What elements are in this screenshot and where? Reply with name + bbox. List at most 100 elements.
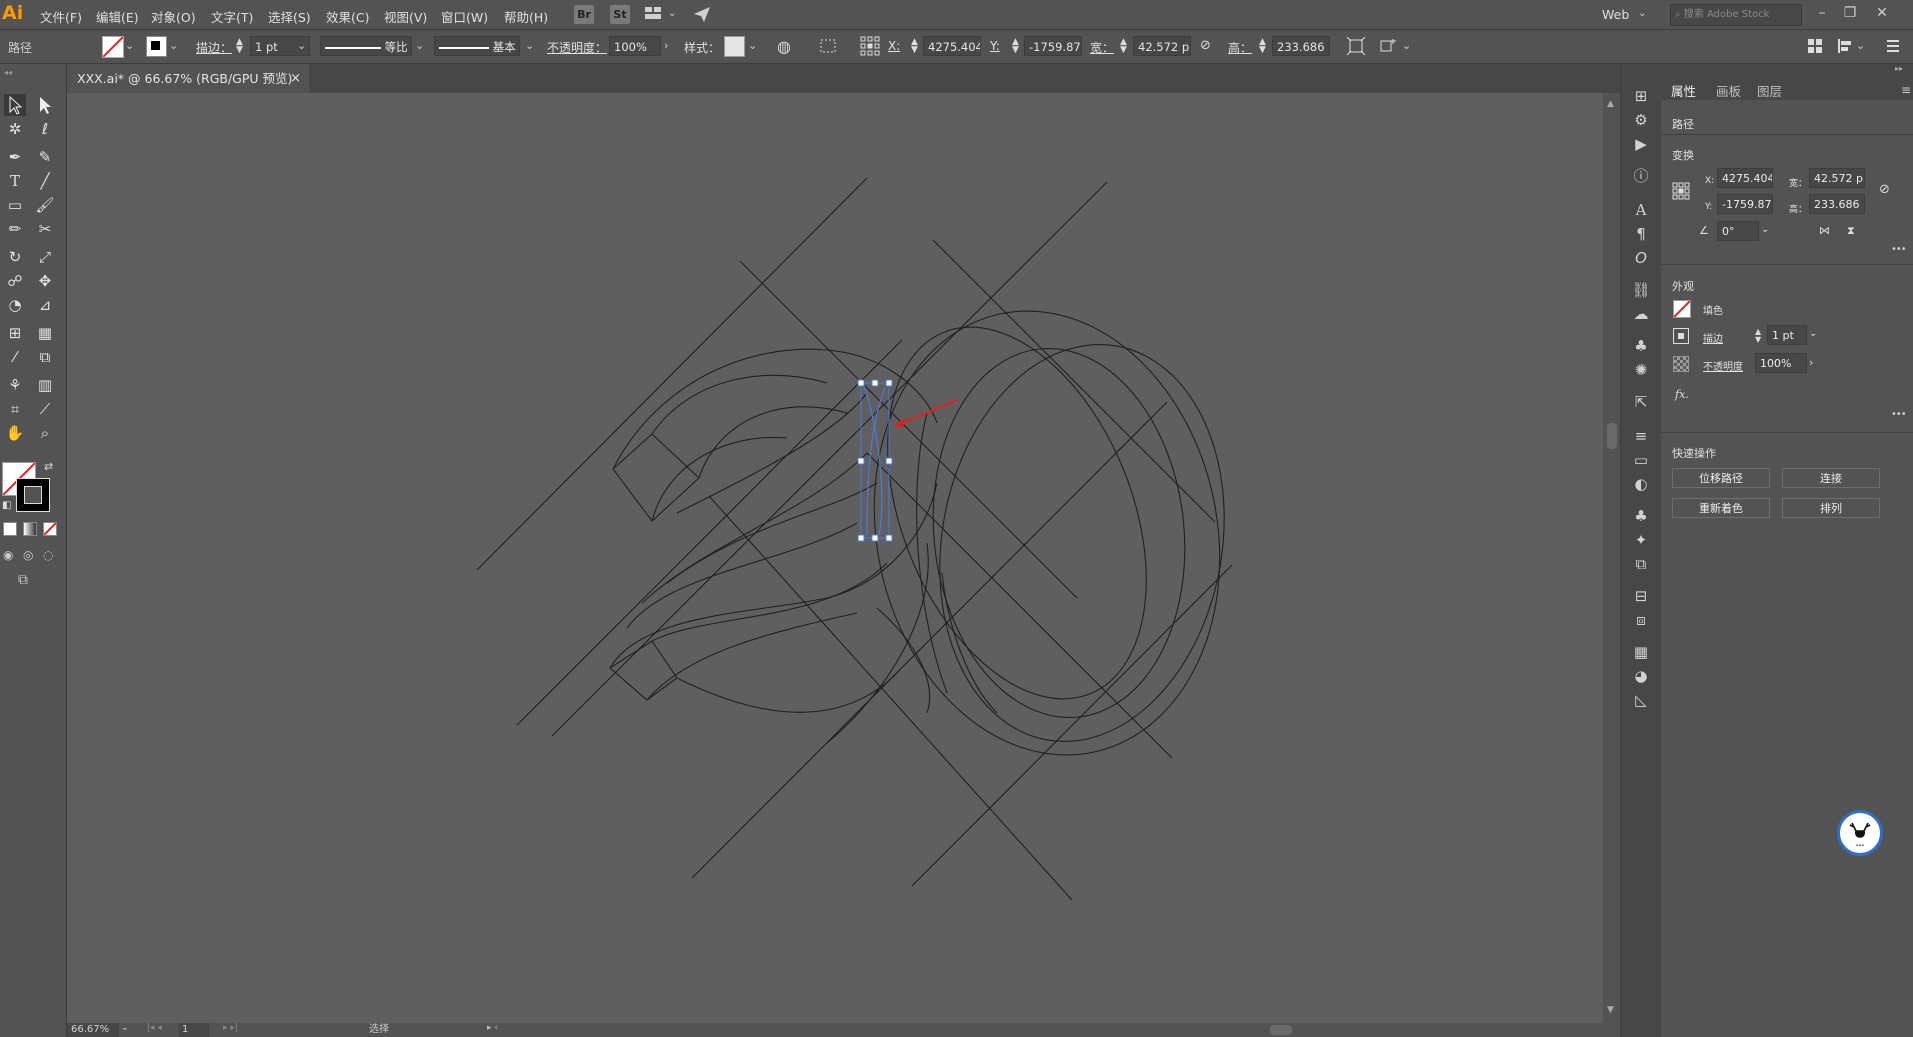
puppet-warp-tool-icon[interactable]: ✥ [34,270,56,292]
height-input[interactable]: 233.686 p [1272,36,1330,56]
symbol-sprayer-tool-icon[interactable]: ⚘ [4,374,26,396]
pathfinder-icon[interactable]: ⧈ [1631,610,1651,630]
artboard-tool-icon[interactable]: ⌗ [4,398,26,420]
stroke-swatch[interactable] [1673,328,1689,344]
align-to-icon[interactable] [818,36,838,56]
stroke-weight-input[interactable]: 1 pt [1767,325,1807,345]
artboard-canvas[interactable] [67,93,1603,1023]
document-tab[interactable]: XXX.ai* @ 66.67% (RGB/GPU 预览) × [67,64,309,93]
zoom-tool-icon[interactable]: ⌕ [34,422,56,444]
chevron-down-icon[interactable]: ⌄ [1856,39,1865,52]
status-menu-icon[interactable]: ▸ ‹ [487,1023,498,1033]
stepper-icon[interactable]: ▲ ▼ [1259,38,1266,55]
constrain-proportions-icon[interactable]: ⊘ [1879,182,1890,197]
menu-effect[interactable]: 效果(C) [326,7,369,26]
menu-type[interactable]: 文字(T) [211,7,253,26]
perspective-grid-tool-icon[interactable]: ⊿ [34,294,56,316]
default-colors-icon[interactable]: ◧ [2,500,11,511]
chevron-down-icon[interactable]: ⌄ [668,8,676,19]
tab-properties[interactable]: 属性 [1671,81,1696,100]
chevron-down-icon[interactable]: ⌄ [297,39,306,52]
menu-file[interactable]: 文件(F) [40,7,82,26]
stepper-icon[interactable]: ▲ ▼ [1755,328,1761,344]
flip-horizontal-icon[interactable]: ⋈ [1819,224,1830,237]
x-position-input[interactable]: 4275.404 [923,36,981,56]
constrain-proportions-icon[interactable]: ⊘ [1200,38,1211,53]
stock-button[interactable]: St [610,5,630,24]
chevron-down-icon[interactable]: ⌄ [1638,8,1646,19]
recolor-artwork-icon[interactable]: ◍ [777,37,791,56]
blend-tool-icon[interactable]: ⧉ [34,346,56,368]
links-icon[interactable]: ⛓ [1631,280,1651,300]
tab-artboards[interactable]: 画板 [1716,81,1741,100]
flip-vertical-icon[interactable]: ⧗ [1847,224,1855,238]
collapse-panel-icon[interactable]: ▸▸ [1895,64,1903,73]
swatches-icon[interactable]: ▦ [1631,642,1651,662]
document-info-icon[interactable]: ⊞ [1631,86,1651,106]
y-input[interactable]: -1759.87 [1717,194,1773,214]
gradient-mode-icon[interactable] [23,522,37,536]
stroke-label[interactable]: 描边： [196,39,232,56]
brush-definition[interactable]: 基本 [434,36,520,56]
align-panel-icon[interactable] [1836,37,1854,55]
info-icon[interactable]: ⓘ [1631,166,1651,186]
assistant-avatar[interactable]: ••• [1837,810,1883,856]
scissors-tool-icon[interactable]: ✂ [34,218,56,240]
stepper-icon[interactable]: ▲ ▼ [911,38,918,55]
shape-builder-tool-icon[interactable]: ◔ [4,294,26,316]
width-input[interactable]: 42.572 p [1133,36,1191,56]
angle-input[interactable]: 0° [1717,221,1759,241]
chevron-down-icon[interactable]: ⌄ [125,39,134,52]
graphic-styles-icon[interactable]: ◺ [1631,690,1651,710]
club-icon[interactable]: ♣ [1631,506,1651,526]
actions-icon[interactable]: ▶ [1631,134,1651,154]
stroke-label[interactable]: 描边 [1703,330,1723,345]
character-icon[interactable]: A [1631,200,1651,220]
height-input[interactable]: 233.686 [1809,194,1865,214]
direct-selection-tool-icon[interactable] [34,94,56,116]
stepper-icon[interactable]: ▲ ▼ [1120,38,1127,55]
draw-behind-icon[interactable]: ◎ [23,548,33,562]
first-page-icon[interactable]: |◂ ◂ [147,1023,162,1033]
join-button[interactable]: 连接 [1782,468,1880,488]
more-options-icon[interactable]: ••• [1891,409,1907,420]
chevron-down-icon[interactable]: ⌄ [748,39,757,52]
menu-window[interactable]: 窗口(W) [441,7,488,26]
opacity-label[interactable]: 不透明度 [1703,358,1743,373]
arrange-panels-icon[interactable] [1806,37,1824,55]
recolor-button[interactable]: 重新着色 [1672,498,1770,518]
brushes-icon[interactable]: ✺ [1631,360,1651,380]
menu-view[interactable]: 视图(V) [384,7,427,26]
tab-layers[interactable]: 图层 [1757,81,1782,100]
pencil-tool-icon[interactable]: ✏ [4,218,26,240]
hand-tool-icon[interactable]: ✋ [4,422,26,444]
zoom-level[interactable]: 66.67% [67,1023,119,1037]
fill-swatch[interactable] [1673,300,1691,318]
gradient-tool-icon[interactable]: ▦ [34,322,56,344]
paragraph-icon[interactable]: ¶ [1631,224,1651,244]
opentype-icon[interactable]: O [1631,248,1651,268]
cc-libraries-icon[interactable]: ☁ [1631,304,1651,324]
draw-inside-icon[interactable]: ◌ [43,548,53,562]
symbols-icon[interactable]: ♣ [1631,336,1651,356]
export-icon[interactable]: ⇱ [1631,392,1651,412]
pen-tool-icon[interactable]: ✒ [4,146,26,168]
chevron-down-icon[interactable]: ⌄ [415,39,424,52]
transform-icon[interactable] [1346,36,1366,56]
line-tool-icon[interactable]: ╱ [34,170,56,192]
menu-list-icon[interactable] [1884,37,1902,55]
bridge-button[interactable]: Br [574,5,594,24]
gradient-panel-icon[interactable]: ▭ [1631,450,1651,470]
minimize-icon[interactable]: – [1810,3,1834,23]
chevron-down-icon[interactable]: ⌄ [1402,39,1411,52]
panel-menu-icon[interactable]: ≡ [1901,83,1911,97]
effects-fx-button[interactable]: fx. [1675,388,1689,401]
stepper-icon[interactable]: ▲ ▼ [1012,38,1019,55]
x-input[interactable]: 4275.404 [1717,168,1773,188]
chevron-down-icon[interactable]: ⌄ [1761,224,1769,235]
none-mode-icon[interactable] [43,522,57,536]
chevron-right-icon[interactable]: › [1809,356,1813,369]
stroke-stepper-icon[interactable]: ▲ ▼ [236,38,243,55]
align-icon[interactable]: ⊟ [1631,586,1651,606]
last-page-icon[interactable]: ▸ ▸| [223,1023,238,1033]
